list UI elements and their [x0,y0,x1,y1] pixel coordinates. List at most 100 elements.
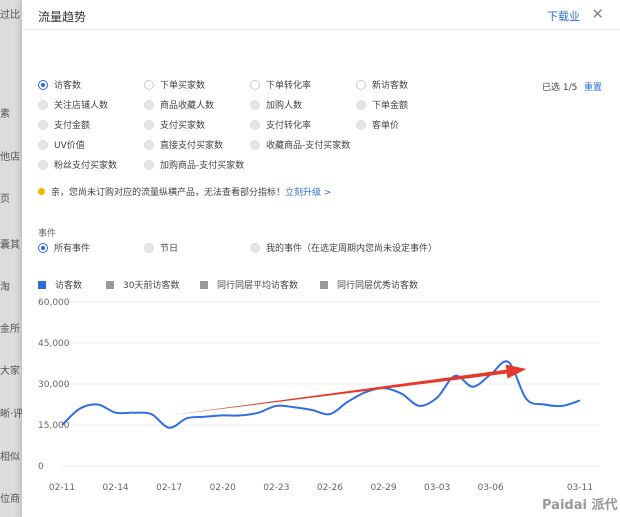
metric-label: 粉丝支付买家数 [54,161,118,171]
metric-option[interactable]: 支付转化率 [250,118,311,131]
metric-option[interactable]: 加购人数 [250,98,302,111]
x-tick-label: 03-06 [478,483,504,493]
radio-icon [250,99,260,110]
metric-option[interactable]: 支付买家数 [144,118,205,131]
bg-label: 他店 [0,152,20,163]
metric-label: 下单金额 [372,101,409,111]
metric-label: 商品收藏人数 [160,101,215,111]
warning-dot-icon [38,188,45,195]
radio-icon [144,242,154,253]
metric-label: 新访客数 [372,81,409,91]
radio-icon [38,139,48,150]
event-label: 节日 [160,244,179,254]
legend-swatch [106,280,114,289]
radio-icon [356,99,366,110]
x-tick-label: 02-14 [103,483,129,493]
modal-title: 流量趋势 [38,10,87,24]
x-tick-label: 02-20 [210,483,236,493]
metric-label: 下单转化率 [266,81,312,91]
y-tick-label: 0 [38,462,44,472]
radio-icon [38,119,48,130]
bg-label: 晰·评 [0,409,22,420]
metric-option[interactable]: 商品收藏人数 [144,98,214,111]
radio-icon [250,119,260,130]
radio-icon [144,79,154,90]
radio-icon [144,119,154,130]
x-tick-label: 02-29 [370,483,396,493]
metric-label: 客单价 [372,121,400,131]
metric-label: 加购商品-支付买家数 [160,161,245,171]
bg-label: 金所 [0,324,20,335]
metric-label: UV价值 [54,141,85,151]
metric-option[interactable]: 粉丝支付买家数 [38,158,117,171]
modal-header: 流量趋势 下载业 ✕ [22,0,620,30]
radio-icon [38,242,48,253]
bg-label: 相似 [0,452,20,463]
event-label: 所有事件 [54,244,91,254]
legend-swatch [320,280,328,289]
bg-label: 页 [0,194,10,205]
metric-option[interactable]: 下单金额 [356,98,408,111]
download-button[interactable]: 下载业 [547,8,580,24]
metric-option[interactable]: 加购商品-支付买家数 [144,158,244,171]
metric-label: 支付转化率 [266,121,312,131]
metric-label: 关注店铺人数 [54,101,109,111]
metric-label: 访客数 [54,81,82,91]
metric-option[interactable]: 下单买家数 [144,78,205,91]
traffic-trend-modal: 流量趋势 下载业 ✕ 访客数 下单买家数 下单转化率 新访客数 关注店铺人数 商… [22,0,620,517]
upgrade-link[interactable]: 立刻升级 > [285,185,331,198]
x-tick-label: 03-11 [567,483,593,493]
event-option-mine[interactable]: 我的事件（在选定周期内您尚未设定事件） [250,241,437,254]
metric-label: 下单买家数 [160,81,206,91]
radio-icon [144,159,154,170]
x-tick-label: 02-11 [49,483,75,493]
metric-option[interactable]: 新访客数 [356,78,408,91]
bg-label: 淘 [0,282,10,293]
x-tick-label: 02-26 [317,483,343,493]
metric-label: 支付金额 [54,121,91,131]
radio-icon [38,79,48,90]
y-tick-label: 60,000 [38,298,70,308]
y-tick-label: 30,000 [38,380,70,390]
event-option-all[interactable]: 所有事件 [38,241,90,254]
metric-option[interactable]: UV价值 [38,138,85,151]
legend-swatch [38,280,46,289]
radio-icon [250,79,260,90]
metric-option[interactable]: 下单转化率 [250,78,311,91]
metric-option[interactable]: 支付金额 [38,118,90,131]
metric-option[interactable]: 关注店铺人数 [38,98,108,111]
bg-label: 素 [0,109,10,120]
radio-icon [356,119,366,130]
radio-icon [250,242,260,253]
bg-label: 囊其 [0,240,20,251]
radio-icon [356,79,366,90]
radio-icon [144,139,154,150]
legend-swatch [200,280,208,289]
metric-option[interactable]: 客单价 [356,118,399,131]
reset-button[interactable]: 重置 [584,80,602,93]
event-option-holiday[interactable]: 节日 [144,241,178,254]
metric-option[interactable]: 直接支付买家数 [144,138,223,151]
events-label: 事件 [38,229,57,239]
metric-label: 加购人数 [266,101,303,111]
y-tick-label: 45,000 [38,339,70,349]
event-label: 我的事件（在选定周期内您尚未设定事件） [266,244,438,254]
bg-label: 位商 [0,494,20,505]
metric-label: 支付买家数 [160,121,206,131]
close-icon[interactable]: ✕ [591,5,604,23]
metric-option[interactable]: 访客数 [38,78,81,91]
metric-option[interactable]: 收藏商品-支付买家数 [250,138,350,151]
radio-icon [144,99,154,110]
radio-icon [250,139,260,150]
selected-count: 已选 1/5 [542,83,578,93]
background-sidebar: 过比 素 他店 页 囊其 淘 金所 大家 晰·评 相似 位商 [0,0,22,517]
metric-label: 收藏商品-支付买家数 [266,141,351,151]
watermark: Paidai 派代 [542,498,618,513]
notice-text: 亲，您尚未订购对应的流量纵横产品，无法查看部分指标！ [51,188,286,198]
x-tick-label: 02-23 [263,483,289,493]
radio-icon [38,99,48,110]
x-tick-label: 02-17 [156,483,182,493]
upgrade-notice: 亲，您尚未订购对应的流量纵横产品，无法查看部分指标！ 立刻升级 > [38,185,331,198]
metric-label: 直接支付买家数 [160,141,224,151]
bg-label: 过比 [0,10,20,21]
